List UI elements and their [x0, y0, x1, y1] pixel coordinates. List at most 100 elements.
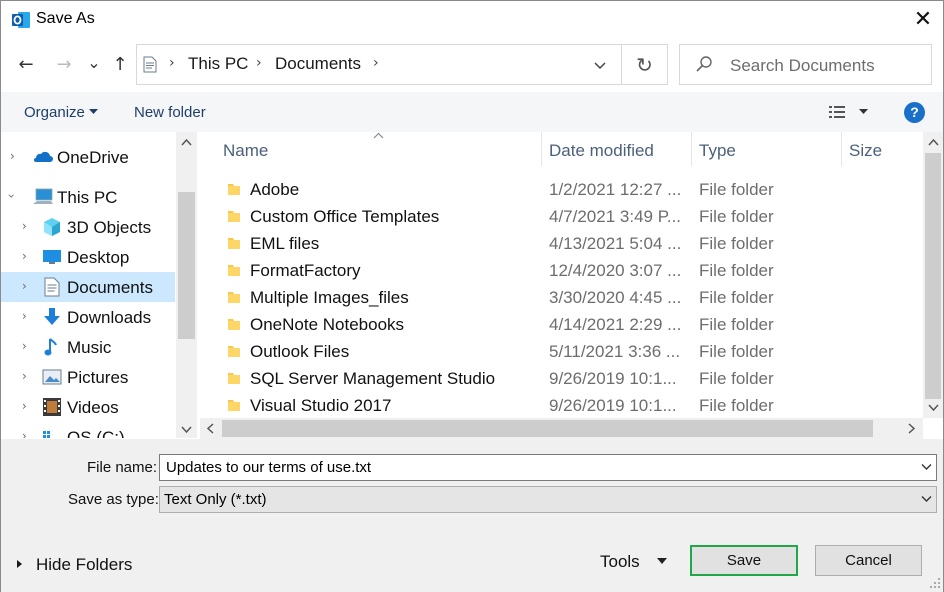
cloud-icon	[34, 151, 53, 162]
refresh-icon[interactable]: ↻	[622, 44, 668, 85]
tools-dropdown-icon[interactable]	[657, 558, 667, 565]
file-name: Multiple Images_files	[250, 288, 409, 307]
film-icon	[43, 398, 61, 416]
new-folder-button[interactable]: New folder	[134, 104, 206, 121]
expand-chevron-icon[interactable]: ›	[22, 219, 27, 233]
file-date: 12/4/2020 3:07 ...	[549, 261, 682, 280]
music-note-icon	[44, 338, 57, 356]
view-dropdown-icon[interactable]	[859, 109, 868, 115]
file-type: File folder	[699, 234, 774, 253]
breadcrumb-documents[interactable]: Documents	[275, 54, 361, 74]
scroll-left-icon[interactable]	[206, 423, 214, 434]
file-date: 9/26/2019 10:1...	[549, 369, 677, 388]
nav-pane-scroll-thumb[interactable]	[178, 192, 195, 339]
hide-folders-button[interactable]: Hide Folders	[36, 555, 132, 575]
folder-icon	[228, 265, 240, 276]
breadcrumb-separator-icon: ›	[169, 55, 175, 71]
folder-icon	[228, 373, 240, 384]
save-button[interactable]: Save	[690, 545, 798, 576]
file-type: File folder	[699, 207, 774, 226]
folder-icon	[228, 319, 240, 330]
close-icon[interactable]: ✕	[905, 4, 941, 36]
scroll-up-icon[interactable]	[181, 138, 192, 146]
file-name-label: File name:	[87, 459, 158, 476]
recent-locations-chevron-icon[interactable]: ⌄	[81, 50, 107, 76]
column-header-type[interactable]: Type	[699, 141, 736, 161]
nav-item-label: Desktop	[67, 248, 130, 267]
expand-chevron-icon[interactable]: ›	[10, 149, 15, 163]
column-header-size[interactable]: Size	[849, 141, 882, 161]
save-as-type-select[interactable]: Text Only (*.txt)	[159, 486, 937, 513]
file-date: 1/2/2021 12:27 ...	[549, 180, 682, 199]
picture-icon	[42, 369, 62, 385]
file-name: Adobe	[250, 180, 300, 199]
nav-item-label: OneDrive	[57, 148, 129, 167]
expand-chevron-icon[interactable]: ›	[22, 249, 27, 263]
nav-item-label: Documents	[67, 278, 153, 297]
folder-icon	[228, 238, 240, 249]
file-date: 4/7/2021 3:49 P...	[549, 207, 682, 226]
file-type: File folder	[699, 342, 774, 361]
file-name: FormatFactory	[250, 261, 361, 280]
collapse-chevron-icon[interactable]: ›	[4, 194, 18, 199]
column-divider[interactable]	[691, 132, 692, 166]
nav-item-os-drive-clip: › OS (C:)	[1, 422, 175, 438]
file-date: 4/14/2021 2:29 ...	[549, 315, 682, 334]
column-header-name[interactable]: Name	[223, 141, 268, 161]
file-name: SQL Server Management Studio	[250, 369, 496, 388]
expand-chevron-icon[interactable]: ›	[22, 399, 27, 413]
file-type: File folder	[699, 288, 774, 307]
scroll-right-icon[interactable]	[908, 423, 916, 434]
help-icon[interactable]: ?	[904, 102, 925, 123]
nav-item-label: OS (C:)	[67, 428, 125, 438]
folder-icon	[228, 346, 240, 357]
breadcrumb-this-pc[interactable]: This PC	[188, 54, 248, 74]
file-type: File folder	[699, 396, 774, 415]
column-divider[interactable]	[541, 132, 542, 166]
scroll-up-icon[interactable]	[928, 138, 939, 146]
organize-button[interactable]: Organize	[24, 104, 85, 121]
column-divider[interactable]	[841, 132, 842, 166]
file-date: 4/13/2021 5:04 ...	[549, 234, 682, 253]
expand-chevron-icon[interactable]: ›	[22, 339, 27, 353]
file-list-horizontal-scroll-thumb[interactable]	[222, 420, 873, 437]
file-type: File folder	[699, 180, 774, 199]
expand-chevron-icon[interactable]: ›	[22, 369, 27, 383]
forward-arrow-icon[interactable]: →	[51, 52, 77, 78]
drive-icon	[43, 431, 50, 438]
search-placeholder[interactable]: Search Documents	[730, 56, 875, 76]
back-arrow-icon[interactable]: ←	[13, 52, 39, 78]
view-options-icon[interactable]	[828, 104, 846, 120]
folder-icon	[228, 184, 240, 195]
tools-button[interactable]: Tools	[600, 552, 640, 572]
desktop-icon	[43, 250, 61, 264]
breadcrumb-separator-icon[interactable]: ›	[373, 55, 379, 71]
folder-icon	[228, 211, 240, 222]
documents-location-icon	[143, 56, 157, 73]
column-header-date-modified[interactable]: Date modified	[549, 141, 654, 161]
resize-grip-icon[interactable]	[929, 577, 941, 589]
outlook-app-icon	[12, 12, 30, 28]
cube-icon	[44, 218, 60, 236]
file-name-dropdown-icon[interactable]	[921, 463, 932, 471]
file-list-vertical-scroll-thumb[interactable]	[925, 153, 941, 399]
save-as-type-dropdown-icon[interactable]	[921, 495, 932, 503]
scroll-down-icon[interactable]	[181, 426, 192, 434]
file-name-input[interactable]: Updates to our terms of use.txt	[159, 454, 937, 481]
nav-item-label: Pictures	[67, 368, 129, 387]
expand-chevron-icon[interactable]: ›	[22, 279, 27, 293]
address-history-chevron-icon[interactable]	[593, 61, 607, 71]
cancel-button[interactable]: Cancel	[815, 545, 922, 576]
nav-item-label: Downloads	[67, 308, 152, 327]
file-name: Visual Studio 2017	[250, 396, 392, 415]
hide-folders-chevron-icon[interactable]	[15, 557, 26, 571]
file-date: 9/26/2019 10:1...	[549, 396, 677, 415]
organize-dropdown-icon[interactable]	[89, 109, 98, 115]
scroll-down-icon[interactable]	[928, 404, 939, 412]
expand-chevron-icon[interactable]: ›	[22, 309, 27, 323]
download-arrow-icon	[44, 308, 60, 325]
nav-item-label: Videos	[67, 398, 119, 417]
up-arrow-icon[interactable]: ↑	[107, 52, 133, 78]
folder-icon	[228, 400, 240, 411]
expand-chevron-icon[interactable]: ›	[22, 429, 27, 438]
